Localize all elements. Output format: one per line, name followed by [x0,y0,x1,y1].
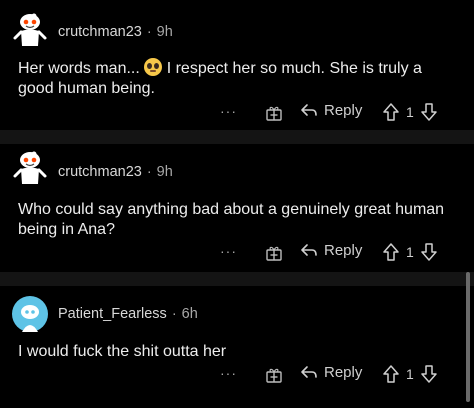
separator: · [171,306,177,322]
pleading-face-emoji-icon [144,58,163,76]
vote-controls: 1 [383,103,437,121]
comment-body: Who could say anything bad about a genui… [18,201,445,238]
username[interactable]: Patient_Fearless · 6h [58,306,198,322]
award-icon[interactable] [264,103,284,123]
comment-1: crutchman23 · 9h Her words man... I respec… [0,0,474,130]
comment-body: Her words man... I respect her so much. … [18,58,458,99]
snoo-avatar-icon[interactable] [12,150,48,186]
downvote-arrow-icon[interactable] [421,103,437,121]
reply-label: Reply [324,242,363,259]
comment-actions: ··· Reply 1 [0,100,474,128]
upvote-arrow-icon[interactable] [383,243,399,261]
reply-label: Reply [324,102,363,119]
timestamp: 9h [156,164,173,180]
vote-controls: 1 [383,243,437,261]
reply-arrow-icon [301,243,317,256]
timestamp: 6h [181,306,198,322]
reply-button[interactable]: Reply [300,242,362,259]
reply-arrow-icon [301,365,317,378]
username-text[interactable]: crutchman23 [58,24,142,40]
scrollbar[interactable] [466,272,470,402]
comment-body: I would fuck the shit outta her [18,343,227,360]
vote-count: 1 [406,366,414,382]
vote-controls: 1 [383,365,437,383]
comment-header: crutchman23 · 9h [0,0,474,60]
more-options-button[interactable]: ··· [220,103,237,119]
comment-2: crutchman23 · 9h Who could say anything ba… [0,144,474,272]
separator: · [146,24,152,40]
downvote-arrow-icon[interactable] [421,243,437,261]
username-text[interactable]: Patient_Fearless [58,306,167,322]
username-text[interactable]: crutchman23 [58,164,142,180]
vote-count: 1 [406,104,414,120]
upvote-arrow-icon[interactable] [383,365,399,383]
comment-text-part: Her words man... [18,60,140,77]
reply-arrow-icon [301,103,317,116]
more-options-button[interactable]: ··· [220,365,237,381]
default-avatar-icon[interactable] [12,296,48,332]
username[interactable]: crutchman23 · 9h [58,164,173,180]
reply-button[interactable]: Reply [300,364,362,381]
award-icon[interactable] [264,365,284,385]
username[interactable]: crutchman23 · 9h [58,24,173,40]
comment-3: Patient_Fearless · 6h I would fuck the shi… [0,286,474,408]
upvote-arrow-icon[interactable] [383,103,399,121]
vote-count: 1 [406,244,414,260]
timestamp: 9h [156,24,173,40]
comment-divider [0,130,474,144]
snoo-avatar-icon[interactable] [12,12,48,48]
downvote-arrow-icon[interactable] [421,365,437,383]
award-icon[interactable] [264,243,284,263]
comment-actions: ··· Reply 1 [0,362,474,390]
comment-actions: ··· Reply 1 [0,240,474,268]
reply-label: Reply [324,364,363,381]
separator: · [146,164,152,180]
comment-divider [0,272,474,286]
reply-button[interactable]: Reply [300,102,362,119]
more-options-button[interactable]: ··· [220,243,237,259]
